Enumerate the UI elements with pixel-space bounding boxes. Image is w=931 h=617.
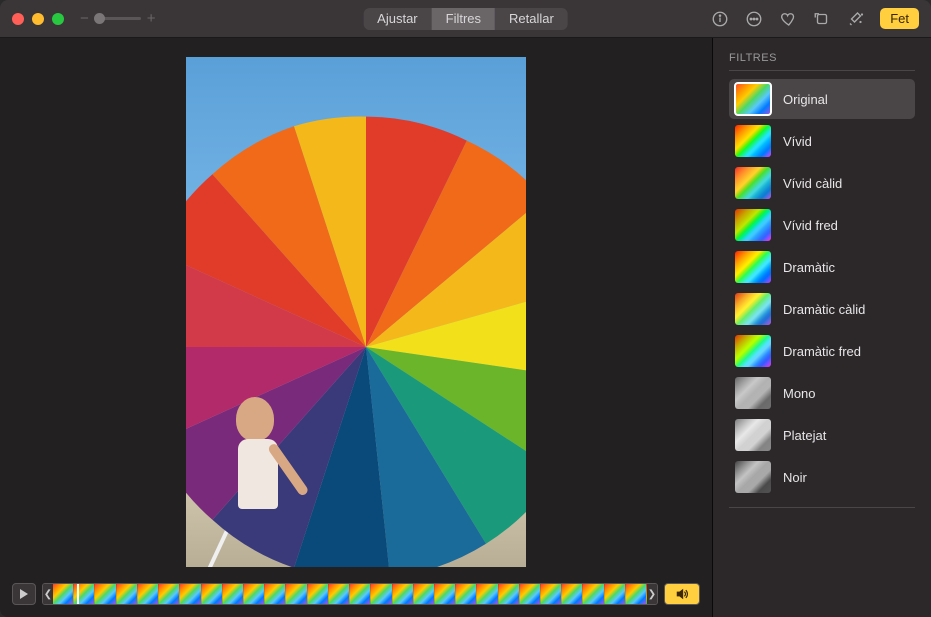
frame-thumb[interactable] <box>393 584 414 604</box>
photo-viewport <box>0 38 712 579</box>
frame-thumb[interactable] <box>286 584 307 604</box>
filter-row-dramatic[interactable]: Dramàtic <box>729 247 915 287</box>
photo-person <box>216 367 306 567</box>
play-button[interactable] <box>12 583 36 605</box>
filter-row-vivid[interactable]: Vívid <box>729 121 915 161</box>
main-area: ❮ ❯ <box>0 38 713 617</box>
frame-thumb[interactable] <box>371 584 392 604</box>
toolbar-right-actions: Fet <box>710 8 919 29</box>
filter-list: Original Vívid Vívid càlid Vívid fred Dramàt… <box>729 79 915 497</box>
filter-row-dramatic-cool[interactable]: Dramàtic fred <box>729 331 915 371</box>
frames-container <box>53 584 647 604</box>
filter-thumb-icon <box>735 209 771 241</box>
edit-mode-tabs: Ajustar Filtres Retallar <box>363 8 568 30</box>
zoom-slider-thumb[interactable] <box>94 13 105 24</box>
frame-thumb[interactable] <box>180 584 201 604</box>
video-timeline: ❮ ❯ <box>0 579 712 617</box>
filter-thumb-icon <box>735 419 771 451</box>
frame-thumb[interactable] <box>53 584 74 604</box>
filter-label: Mono <box>783 386 816 401</box>
more-icon[interactable] <box>744 9 764 29</box>
frame-thumb[interactable] <box>223 584 244 604</box>
filter-label: Dramàtic <box>783 260 835 275</box>
filter-label: Vívid càlid <box>783 176 842 191</box>
frame-thumb[interactable] <box>117 584 138 604</box>
playhead[interactable] <box>77 583 79 605</box>
frame-thumb[interactable] <box>499 584 520 604</box>
sidebar-divider <box>729 70 915 71</box>
filter-row-silver[interactable]: Platejat <box>729 415 915 455</box>
info-icon[interactable] <box>710 9 730 29</box>
sidebar-divider-bottom <box>729 507 915 508</box>
tab-adjust[interactable]: Ajustar <box>363 8 431 30</box>
zoom-in-icon[interactable]: + <box>147 10 156 27</box>
filter-thumb-icon <box>735 293 771 325</box>
frame-thumb[interactable] <box>350 584 371 604</box>
editor-content: ❮ ❯ FILTRES Original Vívid Vívid càlid Vívi… <box>0 38 931 617</box>
photo-preview <box>186 57 526 567</box>
frame-thumb[interactable] <box>435 584 456 604</box>
filter-thumb-icon <box>735 461 771 493</box>
filter-thumb-icon <box>735 335 771 367</box>
filters-sidebar: FILTRES Original Vívid Vívid càlid Vívid fr… <box>713 38 931 617</box>
frame-thumb[interactable] <box>265 584 286 604</box>
filter-thumb-icon <box>735 83 771 115</box>
frame-thumb[interactable] <box>159 584 180 604</box>
filter-thumb-icon <box>735 251 771 283</box>
filter-row-dramatic-warm[interactable]: Dramàtic càlid <box>729 289 915 329</box>
maximize-window-button[interactable] <box>52 13 64 25</box>
filter-label: Vívid fred <box>783 218 838 233</box>
frame-thumb[interactable] <box>329 584 350 604</box>
frame-thumb[interactable] <box>414 584 435 604</box>
minimize-window-button[interactable] <box>32 13 44 25</box>
filter-label: Dramàtic fred <box>783 344 861 359</box>
frame-thumb[interactable] <box>562 584 583 604</box>
filter-label: Platejat <box>783 428 826 443</box>
frame-thumb[interactable] <box>95 584 116 604</box>
frame-thumb[interactable] <box>583 584 604 604</box>
film-strip[interactable]: ❮ ❯ <box>42 583 658 605</box>
close-window-button[interactable] <box>12 13 24 25</box>
frame-thumb[interactable] <box>626 584 647 604</box>
mute-button[interactable] <box>664 583 700 605</box>
done-button[interactable]: Fet <box>880 8 919 29</box>
filter-row-original[interactable]: Original <box>729 79 915 119</box>
app-window: − + Ajustar Filtres Retallar <box>0 0 931 617</box>
filter-label: Noir <box>783 470 807 485</box>
filter-row-vivid-warm[interactable]: Vívid càlid <box>729 163 915 203</box>
trim-handle-right[interactable]: ❯ <box>647 584 657 604</box>
frame-thumb[interactable] <box>605 584 626 604</box>
filter-thumb-icon <box>735 167 771 199</box>
filter-label: Original <box>783 92 828 107</box>
filter-label: Dramàtic càlid <box>783 302 865 317</box>
filter-row-noir[interactable]: Noir <box>729 457 915 497</box>
frame-thumb[interactable] <box>308 584 329 604</box>
frame-thumb[interactable] <box>477 584 498 604</box>
trim-handle-left[interactable]: ❮ <box>43 584 53 604</box>
filter-row-mono[interactable]: Mono <box>729 373 915 413</box>
sidebar-title: FILTRES <box>729 52 915 64</box>
filter-row-vivid-cool[interactable]: Vívid fred <box>729 205 915 245</box>
enhance-icon[interactable] <box>846 9 866 29</box>
titlebar: − + Ajustar Filtres Retallar <box>0 0 931 38</box>
frame-thumb[interactable] <box>541 584 562 604</box>
rotate-icon[interactable] <box>812 9 832 29</box>
frame-thumb[interactable] <box>202 584 223 604</box>
zoom-out-icon[interactable]: − <box>80 10 89 27</box>
filter-thumb-icon <box>735 377 771 409</box>
tab-filters[interactable]: Filtres <box>432 8 495 30</box>
tab-crop[interactable]: Retallar <box>495 8 568 30</box>
frame-thumb[interactable] <box>456 584 477 604</box>
zoom-slider[interactable] <box>95 17 141 20</box>
frame-thumb[interactable] <box>520 584 541 604</box>
zoom-controls: − + <box>80 10 156 27</box>
filter-thumb-icon <box>735 125 771 157</box>
frame-thumb[interactable] <box>244 584 265 604</box>
favorite-icon[interactable] <box>778 9 798 29</box>
frame-thumb[interactable] <box>138 584 159 604</box>
filter-label: Vívid <box>783 134 812 149</box>
window-controls <box>12 13 64 25</box>
